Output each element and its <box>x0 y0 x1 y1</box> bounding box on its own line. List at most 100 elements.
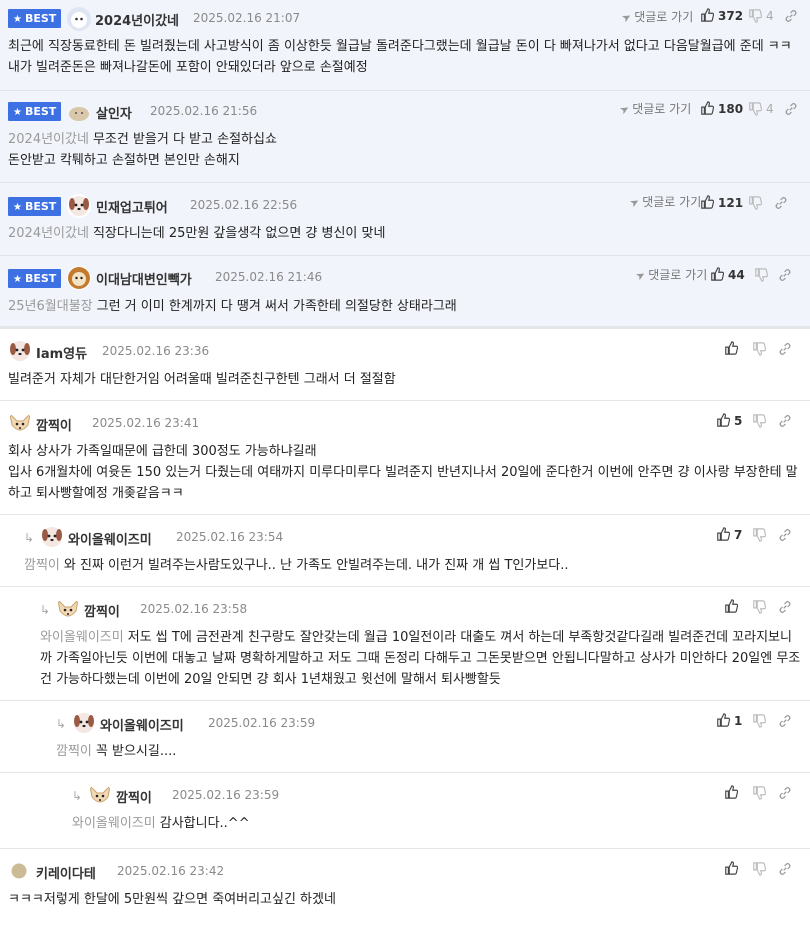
like-icon[interactable] <box>716 713 730 727</box>
comment-item: 키레이다테 2025.02.16 23:42 ㅋㅋㅋ저렇게 한달에 5만원씩 갚… <box>0 849 810 929</box>
reply-mention[interactable]: 2024년이갔네 <box>8 226 89 241</box>
dislike-icon[interactable] <box>752 342 766 356</box>
go-to-reply-link[interactable]: ➤댓글로 가기 <box>619 8 693 26</box>
comment-date: 2025.02.16 23:59 <box>172 788 280 802</box>
reply-arrow-icon: ➤ <box>617 101 632 118</box>
like-count: 7 <box>734 528 743 542</box>
puppy-avatar-icon <box>42 527 62 547</box>
reply-item: ↳ 깜찍이 2025.02.16 23:58 와이올웨이즈미 저도 씹 T에 금전… <box>0 587 810 701</box>
link-icon[interactable] <box>778 268 792 282</box>
avatar[interactable] <box>8 411 32 435</box>
link-icon[interactable] <box>784 9 798 23</box>
best-badge: ★ BEST <box>8 197 62 216</box>
lion-avatar-icon <box>67 266 91 290</box>
avatar[interactable] <box>56 597 80 621</box>
avatar[interactable] <box>67 266 91 290</box>
like-icon[interactable] <box>724 599 738 613</box>
like-icon[interactable] <box>700 195 714 209</box>
comment-actions: 5 <box>700 413 800 429</box>
comment-item: 깜찍이 2025.02.16 23:41 5 회사 상사가 가족일때문에 급한데… <box>0 401 810 515</box>
comment-item: ★ BEST 2024년이갔네 2025.02.16 21:07 ➤댓글로 가기 … <box>0 0 810 91</box>
like-icon[interactable] <box>716 527 730 541</box>
avatar[interactable] <box>67 194 91 218</box>
reply-mention[interactable]: 2024년이갔네 <box>8 132 89 147</box>
dislike-icon[interactable] <box>752 714 766 728</box>
best-badge: ★ BEST <box>8 269 62 288</box>
star-icon: ★ <box>13 202 22 213</box>
dislike-icon[interactable] <box>754 268 768 282</box>
reply-mention[interactable]: 깜찍이 <box>56 744 92 759</box>
dislike-count: 4 <box>766 102 774 116</box>
comment-author[interactable]: 깜찍이 <box>116 787 152 806</box>
go-to-reply-link[interactable]: ➤댓글로 가기 <box>633 266 707 284</box>
comment-date: 2025.02.16 23:54 <box>176 530 284 544</box>
comment-author[interactable]: 와이올웨이즈미 <box>100 715 184 734</box>
reply-item: ↳ 와이올웨이즈미 2025.02.16 23:54 7 깜찍이 와 진짜 이런거… <box>0 515 810 587</box>
comment-author[interactable]: 민재업고튀어 <box>96 197 168 216</box>
dislike-icon[interactable] <box>752 862 766 876</box>
go-to-reply-link[interactable]: ➤댓글로 가기 <box>617 100 691 118</box>
comment-author[interactable]: 깜찍이 <box>36 415 72 434</box>
avatar[interactable] <box>11 863 27 879</box>
reply-item: ↳ 깜찍이 2025.02.16 23:59 와이올웨이즈미 감사합니다..^^ <box>0 773 810 849</box>
link-icon[interactable] <box>778 528 792 542</box>
dislike-icon[interactable] <box>752 528 766 542</box>
comment-author[interactable]: 와이올웨이즈미 <box>68 529 152 548</box>
like-icon[interactable] <box>724 341 738 355</box>
like-icon[interactable] <box>716 413 730 427</box>
like-icon[interactable] <box>724 785 738 799</box>
comment-text: 회사 상사가 가족일때문에 급한데 300정도 가능하냐길래 입사 6개월차에 … <box>8 444 798 501</box>
comment-author[interactable]: 키레이다테 <box>36 863 96 882</box>
link-icon[interactable] <box>784 102 798 116</box>
reply-mention[interactable]: 와이올웨이즈미 <box>40 630 124 645</box>
comment-author[interactable]: 깜찍이 <box>84 601 120 620</box>
avatar[interactable] <box>67 100 91 124</box>
link-icon[interactable] <box>778 862 792 876</box>
dislike-icon[interactable] <box>748 102 762 116</box>
comment-author[interactable]: 이대남대변인빽가 <box>96 269 192 288</box>
comment-text: 와이올웨이즈미 저도 씹 T에 금전관계 친구랑도 잘안갖는데 월급 10일전이라… <box>40 630 801 687</box>
fox-avatar-icon <box>89 784 111 803</box>
comment-author[interactable]: 살인자 <box>96 103 132 122</box>
comment-author[interactable]: Iam영듀 <box>36 343 87 362</box>
dislike-icon[interactable] <box>748 9 762 23</box>
avatar[interactable] <box>72 711 96 735</box>
avatar[interactable] <box>88 783 112 807</box>
reply-indent-icon: ↳ <box>72 789 83 803</box>
comment-actions <box>700 785 800 801</box>
like-icon[interactable] <box>710 267 724 281</box>
comment-text: ㅋㅋㅋ저렇게 한달에 5만원씩 갚으면 죽여버리고싶긴 하겠네 <box>8 892 336 907</box>
comment-date: 2025.02.16 23:36 <box>102 344 210 358</box>
comment-author[interactable]: 2024년이갔네 <box>95 10 179 29</box>
comment-date: 2025.02.16 21:56 <box>150 104 258 118</box>
comment-date: 2025.02.16 22:56 <box>190 198 298 212</box>
comment-list: ★ BEST 2024년이갔네 2025.02.16 21:07 ➤댓글로 가기 … <box>0 0 810 929</box>
link-icon[interactable] <box>778 786 792 800</box>
link-icon[interactable] <box>778 600 792 614</box>
avatar[interactable] <box>40 525 64 549</box>
dislike-icon[interactable] <box>752 600 766 614</box>
like-icon[interactable] <box>724 861 738 875</box>
link-icon[interactable] <box>778 414 792 428</box>
go-to-reply-link[interactable]: ➤댓글로 가기 <box>627 193 701 211</box>
like-icon[interactable] <box>700 101 714 115</box>
fox-avatar-icon <box>57 598 79 617</box>
reply-mention[interactable]: 깜찍이 <box>24 558 60 573</box>
link-icon[interactable] <box>774 196 788 210</box>
comment-date: 2025.02.16 23:41 <box>92 416 200 430</box>
like-icon[interactable] <box>700 8 714 22</box>
comment-actions: 372 4 <box>700 8 800 24</box>
avatar[interactable] <box>67 7 91 31</box>
reply-mention[interactable]: 와이올웨이즈미 <box>72 816 156 831</box>
comment-text: 최근에 직장동료한테 돈 빌려줬는데 사고방식이 좀 이상한듯 월급날 돌려준다… <box>8 39 792 75</box>
comment-actions: 1 <box>700 713 800 729</box>
dislike-icon[interactable] <box>752 786 766 800</box>
reply-mention[interactable]: 25년6월대불장 <box>8 299 93 314</box>
dislike-icon[interactable] <box>748 196 762 210</box>
dislike-icon[interactable] <box>752 414 766 428</box>
link-icon[interactable] <box>778 714 792 728</box>
link-icon[interactable] <box>778 342 792 356</box>
avatar[interactable] <box>8 339 32 363</box>
comment-actions: 44 <box>700 267 800 283</box>
comment-text: 깜찍이 꼭 받으시길.... <box>56 744 177 759</box>
